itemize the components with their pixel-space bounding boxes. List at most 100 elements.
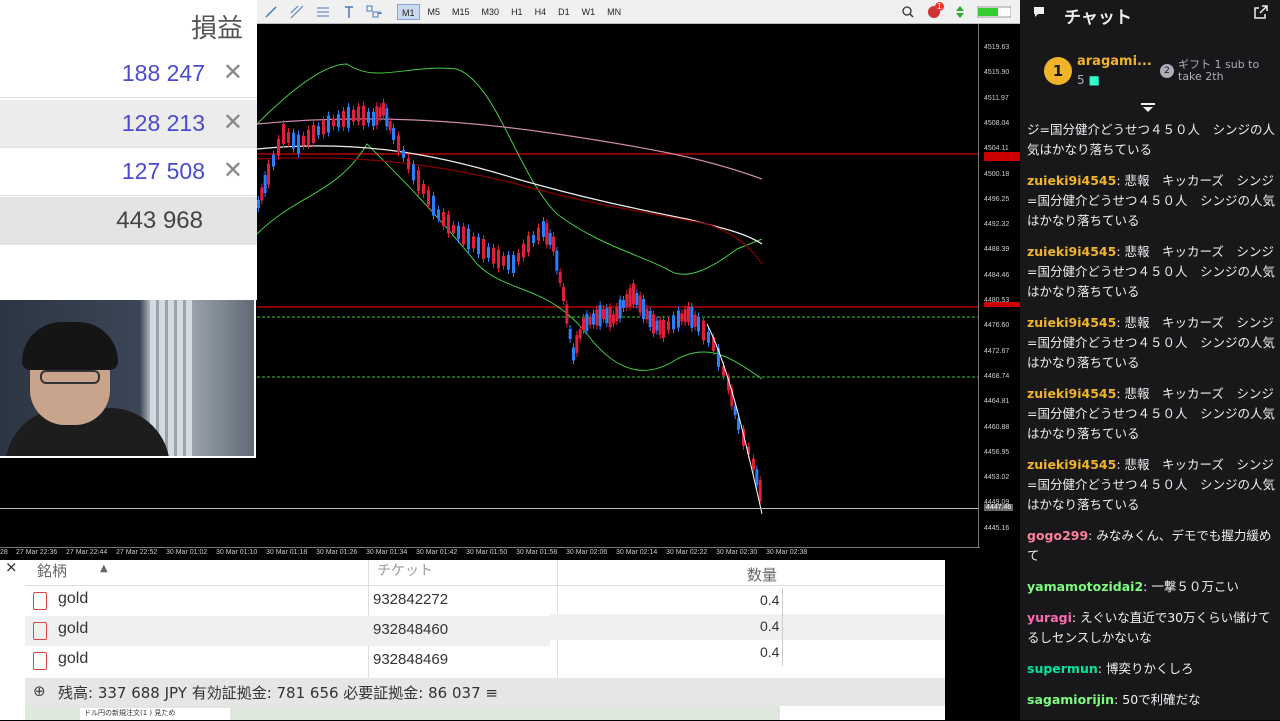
timeframe-W1[interactable]: W1: [578, 4, 600, 20]
shapes-tool-icon[interactable]: [363, 1, 387, 23]
candle-body: [447, 214, 450, 234]
candle-body: [282, 124, 285, 144]
candle-body: [292, 132, 295, 149]
candle-body: [487, 246, 490, 258]
text-tool-svg: [345, 5, 353, 18]
chat-bubble-icon[interactable]: [1032, 5, 1046, 23]
header-ticket[interactable]: チケット: [377, 560, 433, 580]
candle-body: [432, 195, 435, 216]
line-tool-icon[interactable]: [259, 1, 283, 23]
candle-body: [672, 315, 675, 330]
time-label: 30 Mar 02:22: [666, 549, 708, 556]
search-svg: [902, 5, 914, 18]
candle-body: [555, 250, 559, 271]
candle-body: [257, 200, 260, 208]
chat-text: ジ=国分健介どうせつ４５０人 シンジの人気はかなり落ちている: [1027, 122, 1275, 157]
close-position-icon[interactable]: ✕: [223, 156, 243, 184]
candle-body: [612, 314, 615, 324]
timeframe-D1[interactable]: D1: [554, 4, 574, 20]
candle-body: [260, 187, 264, 201]
time-label: 30 Mar 02:14: [616, 549, 658, 556]
price-label: 4476.60: [984, 322, 1010, 330]
balance-bar: ⊕ 残高: 337 688 JPY 有効証拠金: 781 656 必要証拠金: …: [25, 678, 945, 706]
chat-username[interactable]: zuieki9i4545: [1027, 457, 1116, 472]
pl-total-value: 443 968: [116, 207, 203, 234]
position-ticket: 932842272: [373, 591, 449, 608]
alerts-icon[interactable]: 1: [922, 1, 946, 23]
candle-body: [522, 243, 525, 258]
ma-mid-line: [256, 145, 763, 245]
candle-body: [683, 309, 687, 323]
time-label: 27 Mar 22:44: [66, 549, 108, 556]
collapse-icon[interactable]: [1140, 102, 1156, 118]
header-qty[interactable]: 数量: [747, 564, 777, 585]
position-icon: [33, 652, 47, 670]
candle-body: [752, 458, 755, 470]
chat-message: zuieki9i4545: 悲報 キッカーズ シンジ=国分健介どうせつ４５０人 …: [1027, 171, 1275, 231]
chat-username[interactable]: zuieki9i4545: [1027, 173, 1116, 188]
candle-body: [297, 134, 300, 154]
browser-tab[interactable]: ドル円の新規注文(1 ) 見ため: [80, 708, 230, 720]
price-label: 4464.81: [984, 398, 1010, 406]
search-icon[interactable]: [896, 1, 920, 23]
candle-body: [655, 320, 659, 331]
chat-username[interactable]: sagamiorijin: [1027, 692, 1114, 707]
candle-body: [402, 150, 405, 158]
chat-username[interactable]: yamamotozidai2: [1027, 579, 1143, 594]
text-tool-icon[interactable]: [337, 1, 361, 23]
chat-username[interactable]: supermun: [1027, 661, 1098, 676]
close-position-icon[interactable]: ✕: [223, 108, 243, 136]
price-label: 4492.32: [984, 221, 1010, 229]
candle-body: [690, 306, 694, 328]
chat-username[interactable]: zuieki9i4545: [1027, 386, 1116, 401]
position-row[interactable]: gold 932848469: [25, 646, 550, 676]
candle-body: [388, 121, 392, 131]
current-price-label: 4447.46: [984, 504, 1014, 511]
signal-icon[interactable]: [948, 1, 972, 23]
browser-tabbar: ドル円の新規注文(1 ) 見ため: [25, 706, 780, 720]
timeframe-M5[interactable]: M5: [424, 4, 445, 20]
channel-tool-icon[interactable]: [311, 1, 335, 23]
position-row[interactable]: gold 932842272: [25, 586, 550, 616]
chat-colon: :: [1116, 244, 1125, 259]
trendline-tool-icon[interactable]: [285, 1, 309, 23]
expand-icon[interactable]: ⊕: [33, 682, 46, 700]
price-label: 4519.63: [984, 44, 1010, 51]
close-position-icon[interactable]: ✕: [223, 58, 243, 86]
position-row[interactable]: gold 932848460: [25, 616, 550, 646]
chat-username[interactable]: zuieki9i4545: [1027, 244, 1116, 259]
price-label: 4468.74: [984, 372, 1010, 380]
webcam-glasses: [40, 370, 100, 384]
popout-icon[interactable]: [1254, 4, 1268, 23]
timeframe-H4[interactable]: H4: [531, 4, 551, 20]
candle-body: [638, 295, 642, 313]
close-panel-icon[interactable]: ×: [5, 558, 18, 576]
chat-message: zuieki9i4545: 悲報 キッカーズ シンジ=国分健介どうせつ４５０人 …: [1027, 242, 1275, 302]
webcam-feed: [0, 300, 256, 458]
candle-body: [588, 316, 592, 325]
gift-icon: ■: [1088, 73, 1100, 87]
ma-fast-line: [256, 157, 763, 265]
candle-body: [502, 255, 505, 266]
timeframe-M30[interactable]: M30: [478, 4, 504, 20]
time-label: 30 Mar 01:50: [466, 549, 508, 556]
price-label: 4515.90: [984, 69, 1010, 77]
timeframe-M1[interactable]: M1: [397, 3, 420, 20]
timeframe-M15[interactable]: M15: [448, 4, 474, 20]
candle-body: [652, 314, 655, 334]
gift-leaderboard[interactable]: 1 aragami... 5 ■ 2 ギフト 1 sub to take 2th: [1020, 42, 1280, 102]
chat-text: 博奕りかくしろ: [1105, 661, 1194, 676]
pl-row: 188 247 ✕: [0, 50, 257, 98]
header-symbol[interactable]: 銘柄: [37, 560, 67, 581]
chat-message: supermun: 博奕りかくしろ: [1027, 659, 1275, 679]
candle-body: [572, 347, 575, 361]
chat-username[interactable]: gogo299: [1027, 528, 1088, 543]
chat-username[interactable]: zuieki9i4545: [1027, 315, 1116, 330]
candle-body: [272, 154, 275, 167]
timeframe-MN[interactable]: MN: [603, 4, 625, 20]
candle-body: [442, 212, 445, 226]
timeframe-H1[interactable]: H1: [507, 4, 527, 20]
price-chart[interactable]: [256, 24, 980, 548]
trendline-tool-svg: [290, 5, 304, 18]
chat-username[interactable]: yuragi: [1027, 610, 1072, 625]
